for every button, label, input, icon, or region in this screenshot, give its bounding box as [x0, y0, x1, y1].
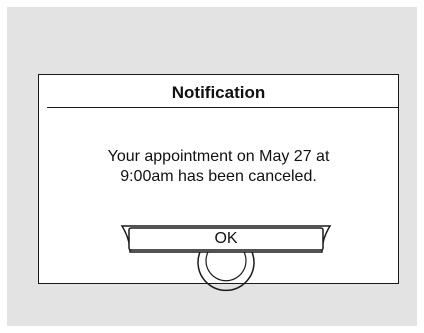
ok-button-label: OK [214, 230, 238, 247]
notification-dialog: Notification Your appointment on May 27 … [38, 74, 399, 292]
screen-background: Notification Your appointment on May 27 … [7, 7, 417, 326]
dialog-message: Your appointment on May 27 at 9:00am has… [39, 147, 398, 187]
title-divider [47, 107, 398, 108]
message-line-2: 9:00am has been canceled. [120, 168, 317, 185]
message-line-1: Your appointment on May 27 at [107, 148, 330, 165]
ok-button[interactable]: OK [116, 223, 336, 295]
dialog-title: Notification [171, 83, 266, 102]
